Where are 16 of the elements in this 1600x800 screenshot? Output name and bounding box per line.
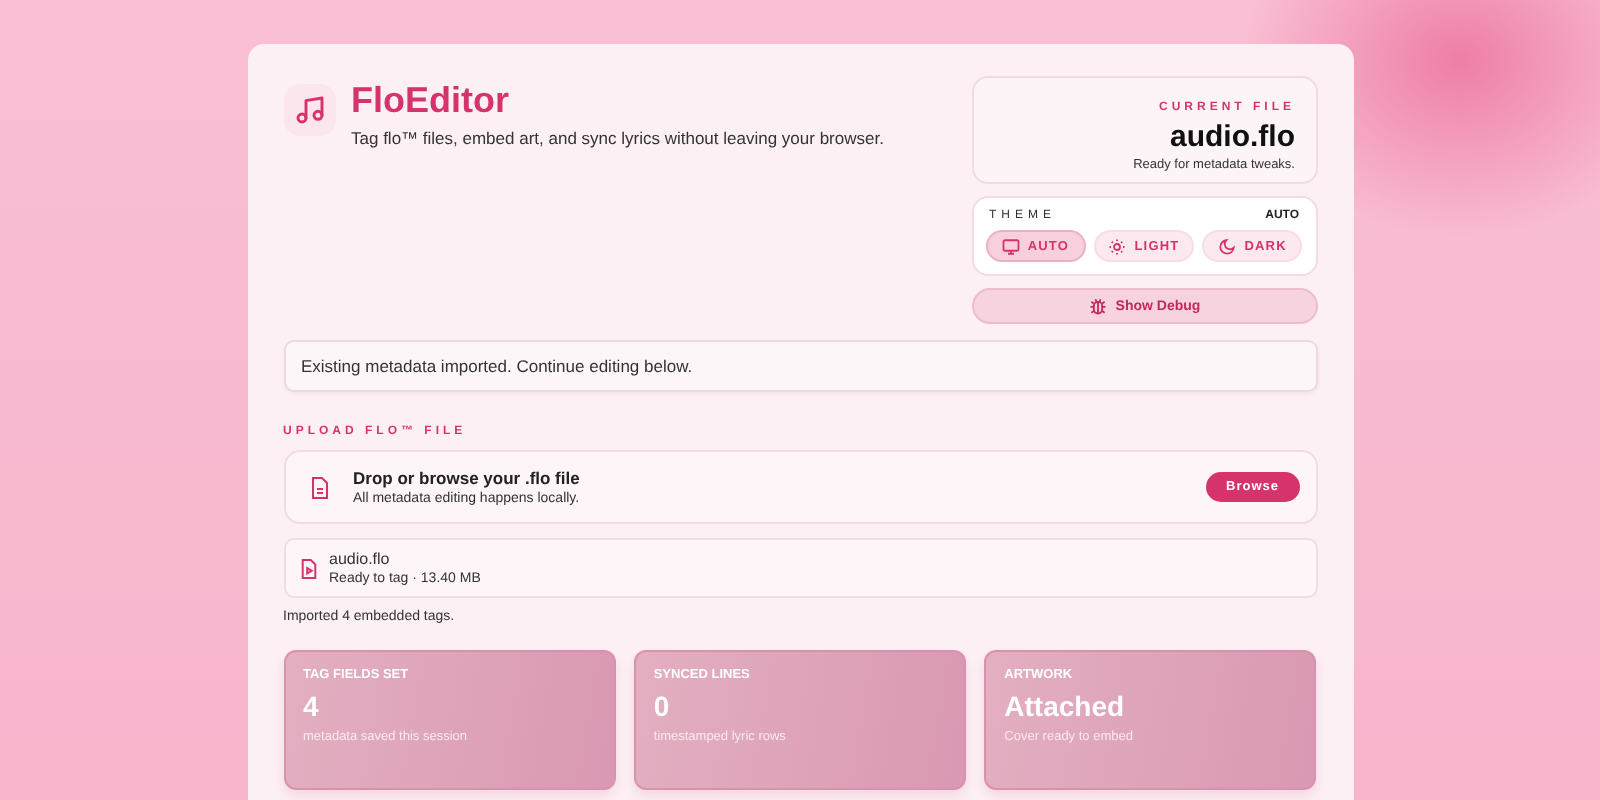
- sun-icon: [1108, 237, 1127, 255]
- file-icon: [309, 475, 329, 499]
- upload-title: Drop or browse your .flo file: [353, 468, 582, 488]
- current-file-name: audio.flo: [1170, 120, 1295, 154]
- moon-icon: [1218, 237, 1237, 255]
- stat-value: 0: [653, 690, 672, 722]
- notice-text: Existing metadata imported. Continue editing below.: [301, 356, 693, 376]
- music-note-icon: [283, 84, 335, 136]
- monitor-icon: [1001, 237, 1020, 255]
- file-name: audio.flo: [329, 550, 392, 568]
- app-title: FloEditor: [351, 80, 511, 122]
- stat-value: Attached: [1004, 690, 1127, 722]
- file-icon: [299, 557, 317, 579]
- tagline: Tag flo™ files, embed art, and sync lyrics without leaving your browser.: [351, 128, 884, 148]
- bug-icon: [1087, 296, 1108, 316]
- stat-value: 4: [303, 690, 321, 722]
